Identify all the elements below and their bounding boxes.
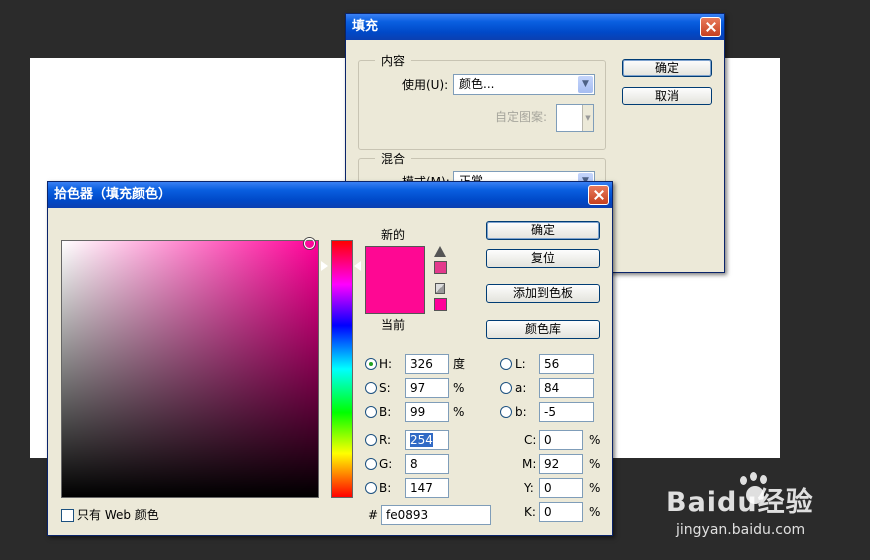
r-input[interactable]: 254 — [405, 430, 449, 450]
g-label: G: — [379, 457, 393, 471]
b-input[interactable]: 99 — [405, 402, 449, 422]
c-label: C: — [524, 433, 537, 447]
hue-slider-left-arrow[interactable] — [321, 261, 328, 271]
baidu-brand: Baidu经验 — [666, 487, 814, 518]
m-label: M: — [522, 457, 537, 471]
radio-h[interactable] — [365, 358, 377, 370]
c-unit: % — [589, 433, 601, 447]
chevron-down-icon[interactable]: ▼ — [578, 76, 593, 93]
custom-pattern-picker[interactable]: ▼ — [556, 104, 594, 132]
s-input[interactable]: 97 — [405, 378, 449, 398]
m-unit: % — [589, 457, 601, 471]
picker-reset-label: 复位 — [530, 251, 555, 265]
lab-b-input[interactable]: -5 — [539, 402, 594, 422]
color-libraries-button[interactable]: 颜色库 — [486, 320, 600, 339]
web-only-label: 只有 Web 颜色 — [77, 508, 159, 522]
picker-title: 拾色器（填充颜色） — [54, 187, 172, 202]
use-label: 使用(U): — [402, 78, 449, 92]
l-input[interactable]: 56 — [539, 354, 594, 374]
radio-blue[interactable] — [365, 482, 377, 494]
b-label: B: — [379, 405, 392, 419]
fill-dialog-title: 填充 — [352, 19, 379, 34]
baidu-watermark: Baidu经验 jingyan.baidu.com — [666, 470, 866, 550]
color-field[interactable] — [61, 240, 319, 498]
picker-ok-button[interactable]: 确定 — [486, 221, 600, 240]
hex-label: # — [368, 508, 379, 522]
out-of-gamut-swatch[interactable] — [434, 261, 447, 274]
c-input[interactable]: 0 — [539, 430, 583, 450]
s-label: S: — [379, 381, 391, 395]
radio-s[interactable] — [365, 382, 377, 394]
fill-dialog-titlebar[interactable]: 填充 — [346, 14, 724, 40]
lab-b-label: b: — [515, 405, 527, 419]
k-unit: % — [589, 505, 601, 519]
y-label: Y: — [524, 481, 534, 495]
a-input[interactable]: 84 — [539, 378, 594, 398]
k-input[interactable]: 0 — [539, 502, 583, 522]
radio-a[interactable] — [500, 382, 512, 394]
web-only-checkbox[interactable] — [61, 509, 74, 522]
s-unit: % — [453, 381, 465, 395]
h-unit: 度 — [453, 357, 466, 371]
new-color-swatch — [365, 246, 425, 281]
blue-label: B: — [379, 481, 392, 495]
use-select-value: 颜色... — [459, 77, 495, 91]
hue-slider[interactable] — [331, 240, 353, 498]
fill-cancel-label: 取消 — [654, 89, 679, 103]
fill-cancel-button[interactable]: 取消 — [622, 87, 712, 105]
web-safe-swatch[interactable] — [434, 298, 447, 311]
fill-ok-label: 确定 — [654, 61, 679, 75]
radio-r[interactable] — [365, 434, 377, 446]
radio-lab-b[interactable] — [500, 406, 512, 418]
new-color-label: 新的 — [381, 228, 406, 242]
hex-input[interactable]: fe0893 — [381, 505, 491, 525]
baidu-url: jingyan.baidu.com — [676, 522, 806, 538]
r-input-value: 254 — [410, 433, 433, 447]
g-input[interactable]: 8 — [405, 454, 449, 474]
l-label: L: — [515, 357, 526, 371]
fill-ok-button[interactable]: 确定 — [622, 59, 712, 77]
add-to-swatches-label: 添加到色板 — [512, 286, 573, 300]
radio-b[interactable] — [365, 406, 377, 418]
picker-close-icon[interactable] — [588, 185, 609, 205]
blue-input[interactable]: 147 — [405, 478, 449, 498]
h-label: H: — [379, 357, 393, 371]
b-unit: % — [453, 405, 465, 419]
current-color-label: 当前 — [381, 318, 406, 332]
r-label: R: — [379, 433, 392, 447]
y-unit: % — [589, 481, 601, 495]
y-input[interactable]: 0 — [539, 478, 583, 498]
custom-pattern-label: 自定图案: — [495, 110, 548, 124]
web-cube-icon[interactable] — [435, 283, 445, 294]
h-input[interactable]: 326 — [405, 354, 449, 374]
add-to-swatches-button[interactable]: 添加到色板 — [486, 284, 600, 303]
content-group-label: 内容 — [375, 52, 412, 69]
picker-titlebar[interactable]: 拾色器（填充颜色） — [48, 182, 612, 208]
picker-reset-button[interactable]: 复位 — [486, 249, 600, 268]
color-libraries-label: 颜色库 — [524, 322, 561, 336]
use-select[interactable]: 颜色... ▼ — [453, 74, 595, 95]
a-label: a: — [515, 381, 527, 395]
current-color-swatch[interactable] — [365, 281, 425, 314]
radio-l[interactable] — [500, 358, 512, 370]
warning-triangle-icon[interactable] — [434, 246, 446, 257]
radio-g[interactable] — [365, 458, 377, 470]
color-picker-dialog: 拾色器（填充颜色） 新的 当前 确定 复位 添加到色板 颜色库 H: 326 度… — [47, 181, 613, 536]
color-field-marker[interactable] — [304, 238, 315, 249]
fill-close-icon[interactable] — [700, 17, 721, 37]
picker-ok-label: 确定 — [530, 223, 555, 237]
m-input[interactable]: 92 — [539, 454, 583, 474]
k-label: K: — [524, 505, 536, 519]
blend-group-label: 混合 — [375, 150, 412, 167]
hue-slider-right-arrow[interactable] — [354, 261, 361, 271]
